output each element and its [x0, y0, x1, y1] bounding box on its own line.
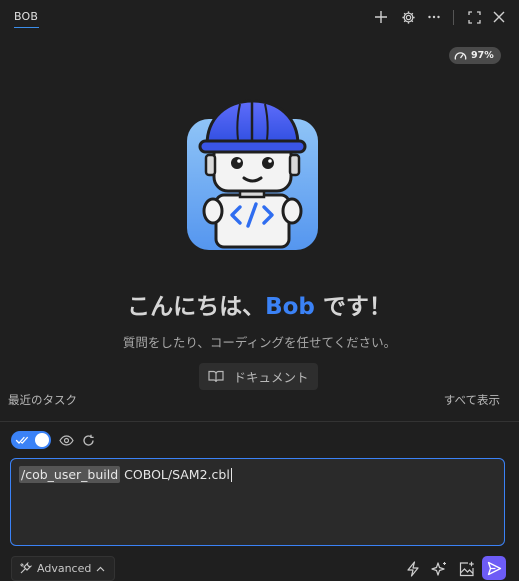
sparkles-icon[interactable] [430, 560, 448, 578]
top-bar: BOB [0, 0, 519, 35]
documentation-label: ドキュメント [233, 370, 309, 385]
auto-approve-toggle[interactable] [11, 431, 51, 449]
book-icon [208, 370, 225, 383]
greeting-prefix: こんにちは、 [127, 294, 266, 320]
tab-bob[interactable]: BOB [14, 10, 38, 23]
welcome-subtitle: 質問をしたり、コーディングを任せてください。 [122, 335, 397, 350]
show-all-link[interactable]: すべて表示 [444, 392, 500, 408]
welcome-greeting: こんにちは、Bob です！ [0, 287, 519, 321]
text-cursor [230, 467, 232, 482]
greeting-suffix: です！ [314, 294, 392, 320]
plus-icon[interactable] [371, 7, 391, 27]
send-button[interactable] [482, 556, 506, 580]
close-icon[interactable] [489, 7, 509, 27]
bob-mascot-logo [187, 99, 318, 250]
refresh-icon[interactable] [80, 432, 96, 448]
chat-input-box[interactable]: /cob_user_build COBOL/SAM2.cbl [10, 458, 505, 546]
recent-tasks-label: 最近のタスク [8, 393, 77, 407]
gear-icon[interactable] [398, 7, 418, 27]
send-icon [487, 561, 501, 575]
toggle-knob [35, 433, 49, 447]
greeting-name: Bob [265, 294, 315, 320]
mode-label: Advanced [37, 562, 92, 575]
toolbar-divider [453, 10, 454, 25]
section-divider [0, 421, 519, 422]
lightning-icon[interactable] [404, 560, 422, 578]
usage-badge[interactable]: 97% [449, 47, 501, 64]
chat-input-text: COBOL/SAM2.cbl [120, 467, 230, 482]
chat-input-content: /cob_user_build COBOL/SAM2.cbl [19, 466, 232, 483]
eye-icon[interactable] [58, 432, 74, 448]
more-icon[interactable] [424, 7, 444, 27]
usage-percent: 97% [471, 50, 494, 61]
active-tab-indicator [14, 27, 39, 28]
chevron-up-icon [96, 566, 105, 571]
fullscreen-icon[interactable] [464, 7, 484, 27]
mode-selector[interactable]: Advanced [11, 556, 116, 581]
documentation-button[interactable]: ドキュメント [199, 363, 318, 390]
slash-command-chip[interactable]: /cob_user_build [19, 466, 121, 483]
gauge-icon [454, 52, 467, 60]
double-check-icon [15, 436, 28, 444]
add-image-icon[interactable] [457, 560, 475, 578]
tools-icon [20, 562, 32, 574]
